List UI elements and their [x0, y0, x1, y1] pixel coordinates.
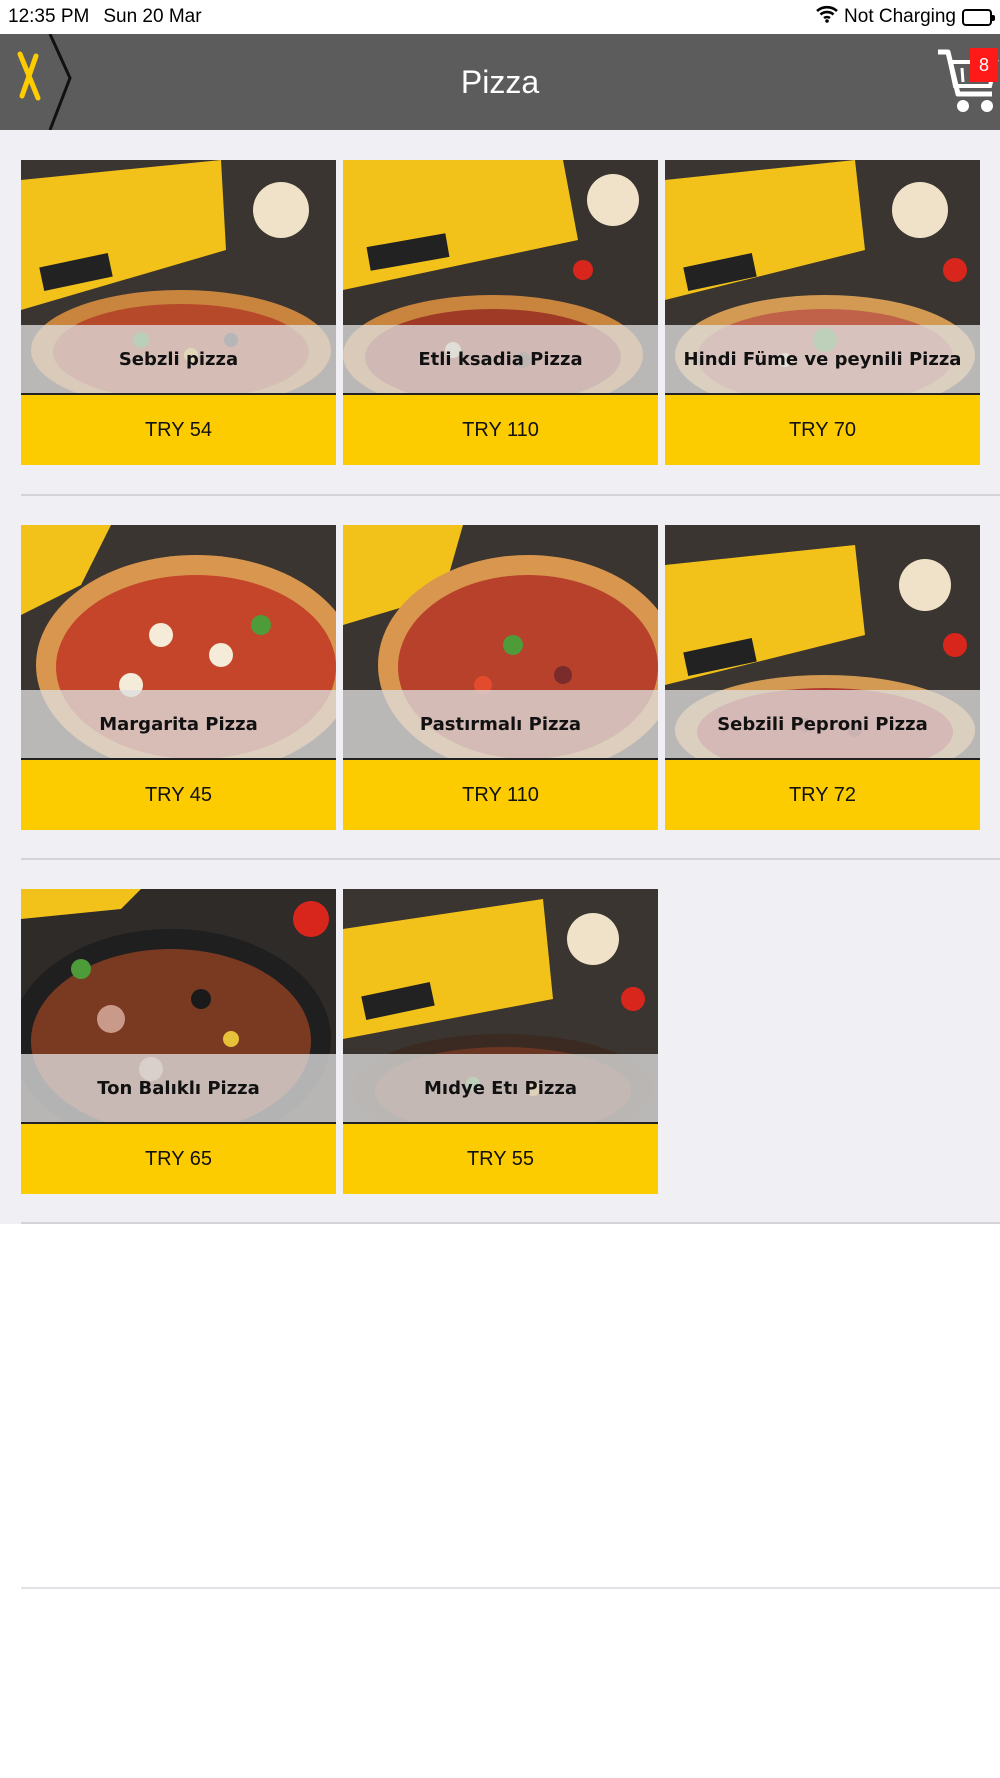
product-card[interactable]: Sebzili Peproni Pizza TRY 72 — [665, 525, 980, 830]
row-divider — [21, 494, 1000, 496]
product-price: TRY 65 — [21, 1124, 336, 1194]
product-name: Ton Balıklı Pizza — [21, 1054, 336, 1124]
product-card[interactable]: Sebzli pizza TRY 54 — [21, 160, 336, 465]
page-title: Pizza — [460, 63, 540, 100]
product-card[interactable]: Ton Balıklı Pizza TRY 65 — [21, 889, 336, 1194]
product-name: Sebzili Peproni Pizza — [665, 690, 980, 760]
header-bar: Pizza 8 — [0, 33, 1000, 131]
product-card[interactable]: Pastırmalı Pizza TRY 110 — [343, 525, 658, 830]
product-price: TRY 110 — [343, 395, 658, 465]
product-price: TRY 110 — [343, 760, 658, 830]
product-price: TRY 72 — [665, 760, 980, 830]
product-name: Margarita Pizza — [21, 690, 336, 760]
product-name: Hindi Füme ve peynili Pizza — [665, 325, 980, 395]
status-bar: 12:35 PM Sun 20 Mar Not Charging — [0, 0, 1000, 34]
product-card[interactable]: Margarita Pizza TRY 45 — [21, 525, 336, 830]
row-divider — [21, 1222, 1000, 1224]
battery-icon — [962, 8, 995, 26]
product-price: TRY 70 — [665, 395, 980, 465]
product-price: TRY 45 — [21, 760, 336, 830]
cart-count-badge: 8 — [970, 48, 998, 82]
cart-button[interactable]: 8 — [936, 44, 1000, 120]
empty-row-divider — [21, 1587, 1000, 1589]
product-name: Mıdye Etı Pizza — [343, 1054, 658, 1124]
product-card[interactable]: Hindi Füme ve peynili Pizza TRY 70 — [665, 160, 980, 465]
product-name: Sebzli pizza — [21, 325, 336, 395]
row-divider — [21, 858, 1000, 860]
product-card[interactable]: Mıdye Etı Pizza TRY 55 — [343, 889, 658, 1194]
status-date: Sun 20 Mar — [103, 6, 202, 27]
taxiway-logo-icon[interactable] — [0, 33, 76, 131]
product-grid: Sebzli pizza TRY 54 Etli ksadia Pizza TR… — [0, 130, 1000, 1224]
status-time: 12:35 PM — [8, 6, 90, 27]
cart-icon — [936, 49, 1000, 124]
wifi-icon — [816, 5, 838, 29]
product-price: TRY 54 — [21, 395, 336, 465]
battery-status-text: Not Charging — [844, 6, 956, 27]
product-name: Pastırmalı Pizza — [343, 690, 658, 760]
product-card[interactable]: Etli ksadia Pizza TRY 110 — [343, 160, 658, 465]
product-name: Etli ksadia Pizza — [343, 325, 658, 395]
product-price: TRY 55 — [343, 1124, 658, 1194]
